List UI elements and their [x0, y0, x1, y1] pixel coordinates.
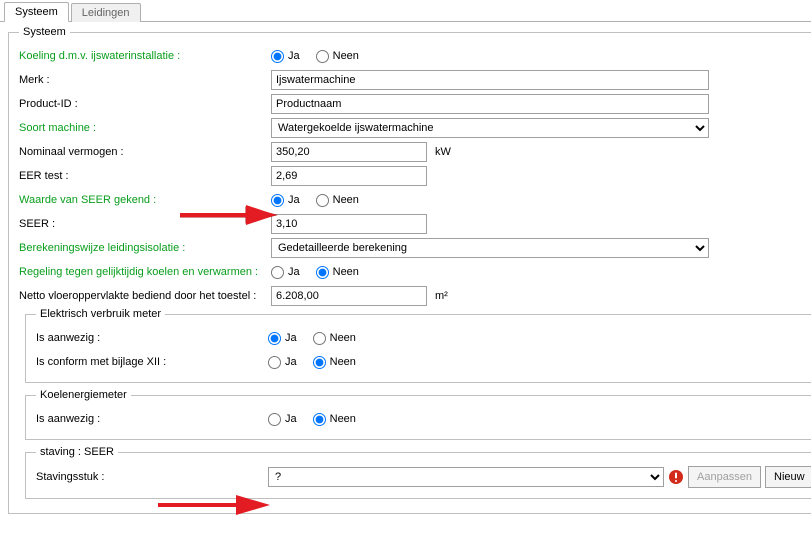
- seer-known-ja[interactable]: Ja: [271, 194, 300, 207]
- eertest-input[interactable]: [271, 166, 427, 186]
- seer-known-neen[interactable]: Neen: [316, 194, 359, 207]
- label-productid: Product-ID :: [19, 98, 271, 110]
- label-eertest: EER test :: [19, 170, 271, 182]
- label-elek-aanwezig: Is aanwezig :: [36, 332, 268, 344]
- systeem-legend: Systeem: [19, 26, 70, 38]
- merk-input[interactable]: [271, 70, 709, 90]
- stavingsstuk-select[interactable]: ?: [268, 467, 664, 487]
- regeling-neen[interactable]: Neen: [316, 266, 359, 279]
- koel-aanwezig-ja[interactable]: Ja: [268, 413, 297, 426]
- tab-systeem[interactable]: Systeem: [4, 2, 69, 22]
- bereken-select[interactable]: Gedetailleerde berekening: [271, 238, 709, 258]
- label-seer-known: Waarde van SEER gekend :: [19, 194, 271, 206]
- tab-bar: Systeem Leidingen: [0, 0, 811, 22]
- label-bereken: Berekeningswijze leidingsisolatie :: [19, 242, 271, 254]
- label-koel-aanwezig: Is aanwezig :: [36, 413, 268, 425]
- label-seer: SEER :: [19, 218, 271, 230]
- aanpassen-button: Aanpassen: [688, 466, 761, 488]
- soort-select[interactable]: Watergekoelde ijswatermachine: [271, 118, 709, 138]
- systeem-fieldset: Systeem Koeling d.m.v. ijswaterinstallat…: [8, 26, 811, 514]
- nieuw-button[interactable]: Nieuw: [765, 466, 811, 488]
- label-koeling: Koeling d.m.v. ijswaterinstallatie :: [19, 50, 271, 62]
- label-elek-conform: Is conform met bijlage XII :: [36, 356, 268, 368]
- label-soort: Soort machine :: [19, 122, 271, 134]
- label-netto: Netto vloeroppervlakte bediend door het …: [19, 290, 271, 302]
- label-merk: Merk :: [19, 74, 271, 86]
- elek-conform-neen[interactable]: Neen: [313, 356, 356, 369]
- label-nominaal: Nominaal vermogen :: [19, 146, 271, 158]
- regeling-ja[interactable]: Ja: [271, 266, 300, 279]
- nominaal-input[interactable]: [271, 142, 427, 162]
- elek-conform-ja[interactable]: Ja: [268, 356, 297, 369]
- koeling-neen[interactable]: Neen: [316, 50, 359, 63]
- nominaal-unit: kW: [435, 146, 451, 158]
- staving-fieldset: staving : SEER Stavingsstuk : ? Aanpasse…: [25, 446, 811, 499]
- elek-aanwezig-neen[interactable]: Neen: [313, 332, 356, 345]
- elektrisch-fieldset: Elektrisch verbruik meter Is aanwezig : …: [25, 308, 811, 383]
- koeling-ja[interactable]: Ja: [271, 50, 300, 63]
- koelenergie-legend: Koelenergiemeter: [36, 389, 131, 401]
- seer-input[interactable]: [271, 214, 427, 234]
- error-icon: [668, 469, 684, 485]
- elek-aanwezig-ja[interactable]: Ja: [268, 332, 297, 345]
- staving-legend: staving : SEER: [36, 446, 118, 458]
- label-regeling: Regeling tegen gelijktijdig koelen en ve…: [19, 266, 271, 278]
- elektrisch-legend: Elektrisch verbruik meter: [36, 308, 165, 320]
- koelenergie-fieldset: Koelenergiemeter Is aanwezig : Ja Neen: [25, 389, 811, 440]
- koel-aanwezig-neen[interactable]: Neen: [313, 413, 356, 426]
- label-stavingsstuk: Stavingsstuk :: [36, 471, 268, 483]
- netto-unit: m²: [435, 290, 448, 302]
- productid-input[interactable]: [271, 94, 709, 114]
- tab-leidingen[interactable]: Leidingen: [71, 3, 141, 22]
- netto-input[interactable]: [271, 286, 427, 306]
